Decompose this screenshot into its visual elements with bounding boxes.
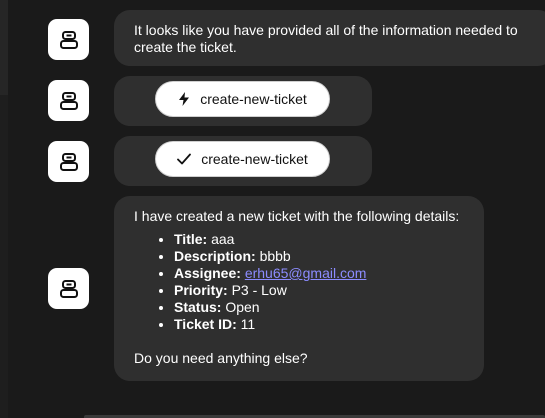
assignee-email-link[interactable]: erhu65@gmail.com — [245, 265, 367, 281]
list-item: Assignee: erhu65@gmail.com — [174, 265, 464, 282]
bot-avatar — [48, 268, 89, 309]
sidebar-edge-lower — [0, 95, 8, 418]
bot-avatar — [48, 19, 89, 60]
detail-value: aaa — [211, 231, 235, 247]
bot-avatar — [48, 80, 89, 121]
lightning-icon — [179, 92, 190, 106]
ticket-details-list: Title: aaa Description: bbbb Assignee: e… — [134, 231, 464, 333]
sidebar-edge — [0, 0, 8, 95]
detail-value: bbbb — [259, 248, 291, 264]
tool-result-label: create-new-ticket — [201, 151, 308, 167]
tool-call-button[interactable]: create-new-ticket — [155, 81, 330, 117]
assistant-message: It looks like you have provided all of t… — [114, 10, 545, 66]
chat-window: It looks like you have provided all of t… — [0, 0, 545, 418]
detail-key: Assignee: — [174, 265, 241, 281]
detail-key: Status: — [174, 299, 222, 315]
bot-avatar — [48, 141, 89, 182]
robot-icon — [59, 152, 78, 171]
list-item: Description: bbbb — [174, 248, 464, 265]
detail-key: Ticket ID: — [174, 316, 237, 332]
check-icon — [177, 153, 192, 165]
detail-value: 11 — [240, 316, 256, 332]
message-outro: Do you need anything else? — [134, 350, 308, 366]
detail-key: Description: — [174, 248, 256, 264]
message-text: It looks like you have provided all of t… — [134, 22, 518, 55]
message-intro: I have created a new ticket with the fol… — [134, 208, 460, 224]
robot-icon — [59, 91, 78, 110]
detail-value: P3 - Low — [231, 282, 287, 298]
detail-key: Priority: — [174, 282, 228, 298]
tool-call-label: create-new-ticket — [200, 91, 307, 107]
tool-result-message: create-new-ticket — [114, 136, 372, 186]
tool-result-button[interactable]: create-new-ticket — [155, 141, 330, 177]
list-item: Priority: P3 - Low — [174, 282, 464, 299]
detail-key: Title: — [174, 231, 208, 247]
assistant-message-ticket-details: I have created a new ticket with the fol… — [114, 196, 484, 381]
detail-value: Open — [225, 299, 260, 315]
list-item: Title: aaa — [174, 231, 464, 248]
list-item: Status: Open — [174, 299, 464, 316]
robot-icon — [59, 279, 78, 298]
list-item: Ticket ID: 11 — [174, 316, 464, 333]
robot-icon — [59, 30, 78, 49]
tool-call-message: create-new-ticket — [114, 76, 372, 126]
